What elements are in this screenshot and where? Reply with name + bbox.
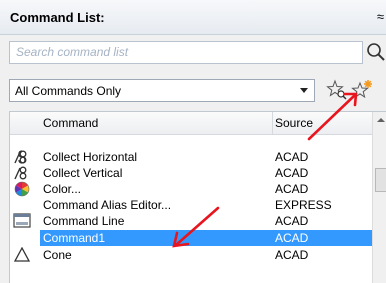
column-header: Command Source bbox=[10, 112, 372, 135]
column-source[interactable]: Source bbox=[275, 116, 313, 130]
column-command[interactable]: Command bbox=[43, 116, 98, 130]
scroll-up-icon[interactable] bbox=[377, 118, 385, 122]
command-list[interactable]: Command Source Collect Horizontal ACAD C… bbox=[9, 111, 386, 283]
cone-icon bbox=[13, 247, 31, 262]
list-item[interactable]: Collect Horizontal ACAD bbox=[10, 149, 372, 165]
command-source: ACAD bbox=[275, 231, 309, 245]
search-input[interactable] bbox=[10, 42, 362, 61]
command-source: ACAD bbox=[275, 248, 309, 262]
color-wheel-icon bbox=[14, 181, 30, 197]
list-item[interactable]: Cone ACAD bbox=[10, 247, 372, 263]
collapse-icon[interactable]: ≈ bbox=[377, 9, 384, 24]
list-item-selected[interactable]: Command1 ACAD bbox=[10, 230, 372, 246]
panel-header: Command List: ≈ bbox=[0, 0, 386, 35]
list-item[interactable]: Collect Vertical ACAD bbox=[10, 165, 372, 181]
column-divider[interactable] bbox=[272, 112, 273, 134]
command-name: Command Line bbox=[43, 214, 125, 228]
command-source: ACAD bbox=[275, 150, 309, 164]
list-item[interactable]: Command Alias Editor... EXPRESS bbox=[10, 197, 372, 213]
collect-vertical-icon bbox=[14, 166, 27, 180]
find-star-icon[interactable] bbox=[326, 79, 348, 101]
command-name: Collect Horizontal bbox=[43, 150, 138, 164]
command-source: ACAD bbox=[275, 182, 309, 196]
command-name: Collect Vertical bbox=[43, 166, 123, 180]
command-line-icon bbox=[13, 213, 31, 228]
command-name: Command Alias Editor... bbox=[43, 198, 172, 212]
panel-title: Command List: bbox=[10, 10, 105, 25]
command-name: Command1 bbox=[43, 231, 106, 245]
command-source: ACAD bbox=[275, 214, 309, 228]
filter-selected-value: All Commands Only bbox=[15, 84, 122, 98]
command-name: Color... bbox=[43, 182, 82, 196]
list-item[interactable]: Command Line ACAD bbox=[10, 213, 372, 229]
filter-dropdown[interactable]: All Commands Only bbox=[9, 79, 315, 102]
scroll-thumb[interactable] bbox=[375, 168, 386, 192]
search-box[interactable] bbox=[9, 41, 363, 64]
list-item[interactable]: Color... ACAD bbox=[10, 181, 372, 197]
command-source: EXPRESS bbox=[275, 198, 332, 212]
command-name: Cone bbox=[43, 248, 72, 262]
vertical-scrollbar[interactable] bbox=[372, 112, 386, 283]
chevron-down-icon[interactable] bbox=[300, 88, 308, 93]
search-icon[interactable] bbox=[365, 40, 386, 64]
new-command-star-icon[interactable] bbox=[351, 79, 373, 101]
command-source: ACAD bbox=[275, 166, 309, 180]
collect-horizontal-icon bbox=[14, 150, 27, 164]
